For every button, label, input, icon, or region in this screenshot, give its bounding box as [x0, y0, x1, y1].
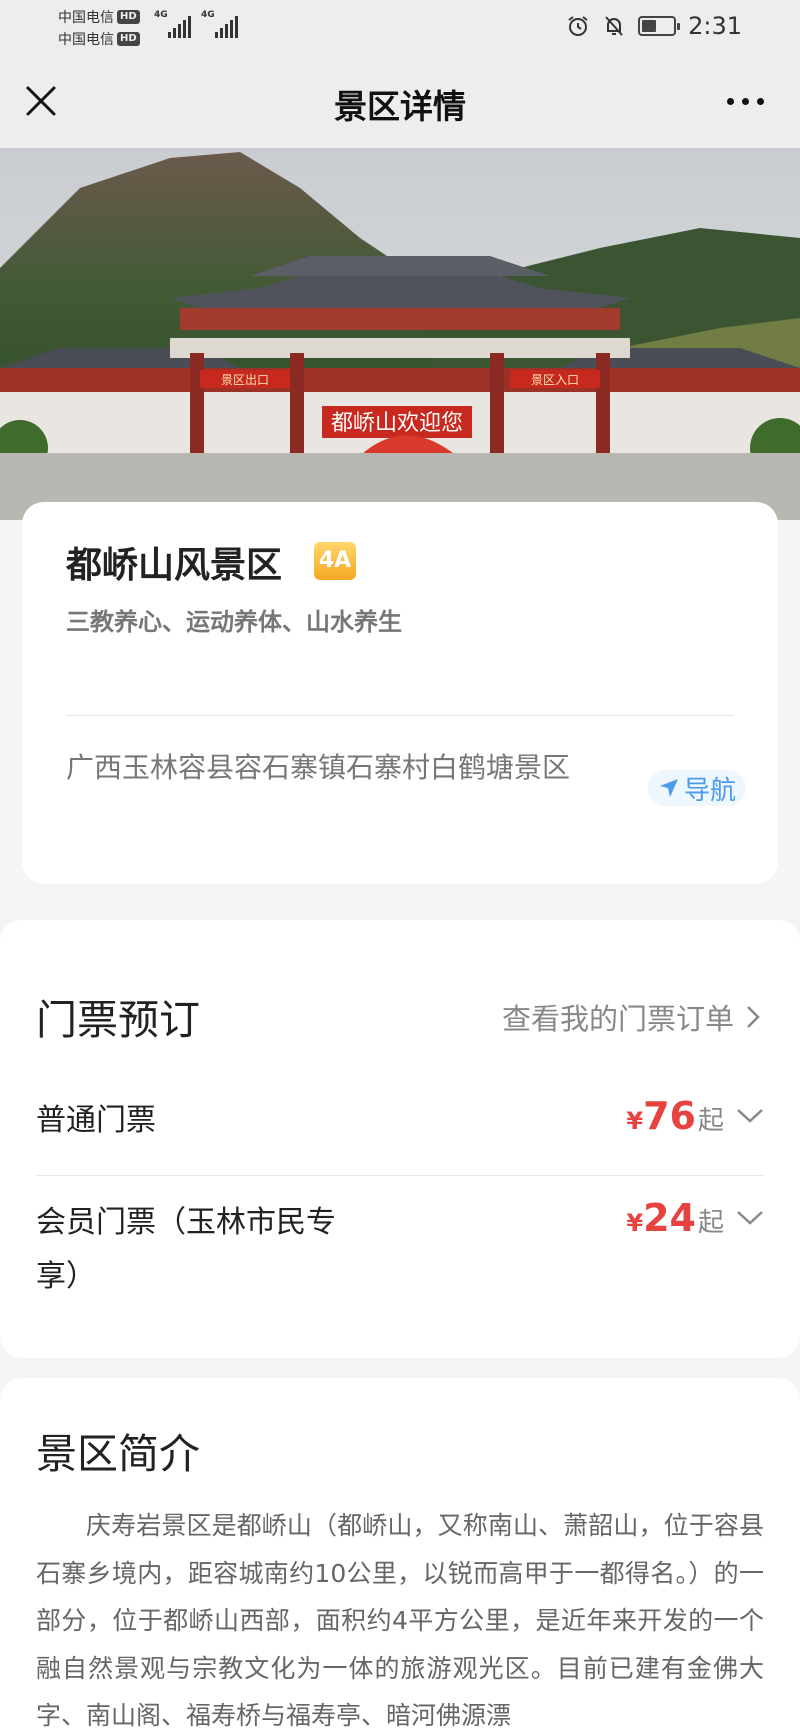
network-type-2: 4G	[201, 10, 215, 20]
ticket-price: ¥ 24 起	[626, 1196, 764, 1240]
price-amount: 24	[643, 1196, 696, 1240]
nav-bar: 景区详情	[0, 56, 800, 148]
chevron-down-icon[interactable]	[736, 1108, 764, 1124]
gate-sign: 都峤山欢迎您	[331, 411, 463, 436]
exit-sign: 景区出口	[221, 373, 269, 387]
hd-badge: HD	[117, 10, 140, 24]
status-bar: 中国电信 HD 中国电信 HD 4G 4G 2:31	[0, 0, 800, 56]
section-title: 景区简介	[36, 1430, 200, 1478]
section-title: 门票预订	[36, 996, 200, 1044]
ticket-name: 会员门票（玉林市民专享）	[36, 1205, 336, 1294]
intro-text: 庆寿岩景区是都峤山（都峤山，又称南山、萧韶山，位于容县石寨乡境内，距容城南约10…	[36, 1511, 764, 1730]
navigation-arrow-icon	[659, 779, 678, 797]
page-title: 景区详情	[334, 87, 466, 126]
hd-badge: HD	[117, 32, 140, 46]
price-suffix: 起	[697, 1106, 724, 1136]
signal-indicators: 4G 4G	[154, 10, 238, 38]
hero-image: 都峤山欢迎您 景区出口 景区入口	[0, 148, 800, 520]
ticket-price: ¥ 76 起	[626, 1094, 764, 1138]
currency-symbol: ¥	[626, 1107, 644, 1135]
my-orders-label: 查看我的门票订单	[501, 1002, 734, 1036]
chevron-right-icon	[747, 1006, 760, 1028]
more-icon[interactable]	[727, 98, 764, 105]
navigate-label: 导航	[683, 775, 736, 806]
price-suffix: 起	[697, 1208, 724, 1238]
divider	[66, 715, 734, 716]
level-badge: 4A	[314, 542, 356, 580]
price-amount: 76	[643, 1094, 696, 1138]
ticket-item[interactable]: 普通门票 ¥ 76 起	[36, 1094, 764, 1148]
scenic-address: 广西玉林容县容石寨镇石寨村白鹤塘景区	[66, 751, 571, 784]
carrier-2: 中国电信	[58, 32, 114, 48]
navigate-button[interactable]: 导航	[647, 770, 746, 806]
entrance-sign: 景区入口	[531, 373, 579, 387]
my-orders-link[interactable]: 查看我的门票订单	[502, 996, 760, 1038]
chevron-down-icon[interactable]	[736, 1210, 764, 1226]
clock: 2:31	[688, 12, 742, 40]
carrier-info: 中国电信 HD 中国电信 HD	[58, 6, 140, 50]
alarm-icon	[568, 16, 588, 36]
ticket-item[interactable]: 会员门票（玉林市民专享）	[36, 1196, 376, 1304]
scenic-info-card: 都峤山风景区 4A 三教养心、运动养体、山水养生 广西玉林容县容石寨镇石寨村白鹤…	[22, 502, 778, 884]
mute-bell-icon	[605, 16, 623, 36]
scenic-slogan: 三教养心、运动养体、山水养生	[66, 608, 402, 636]
divider	[36, 1175, 764, 1176]
network-type-1: 4G	[154, 10, 168, 20]
signal-icon: 4G	[154, 10, 191, 38]
battery-icon	[638, 16, 681, 36]
currency-symbol: ¥	[626, 1209, 644, 1237]
scenic-intro-section: 景区简介 庆寿岩景区是都峤山（都峤山，又称南山、萧韶山，位于容县石寨乡境内，距容…	[0, 1378, 800, 1733]
scenic-name: 都峤山风景区	[66, 545, 283, 586]
signal-icon: 4G	[201, 10, 238, 38]
carrier-1: 中国电信	[58, 10, 114, 26]
